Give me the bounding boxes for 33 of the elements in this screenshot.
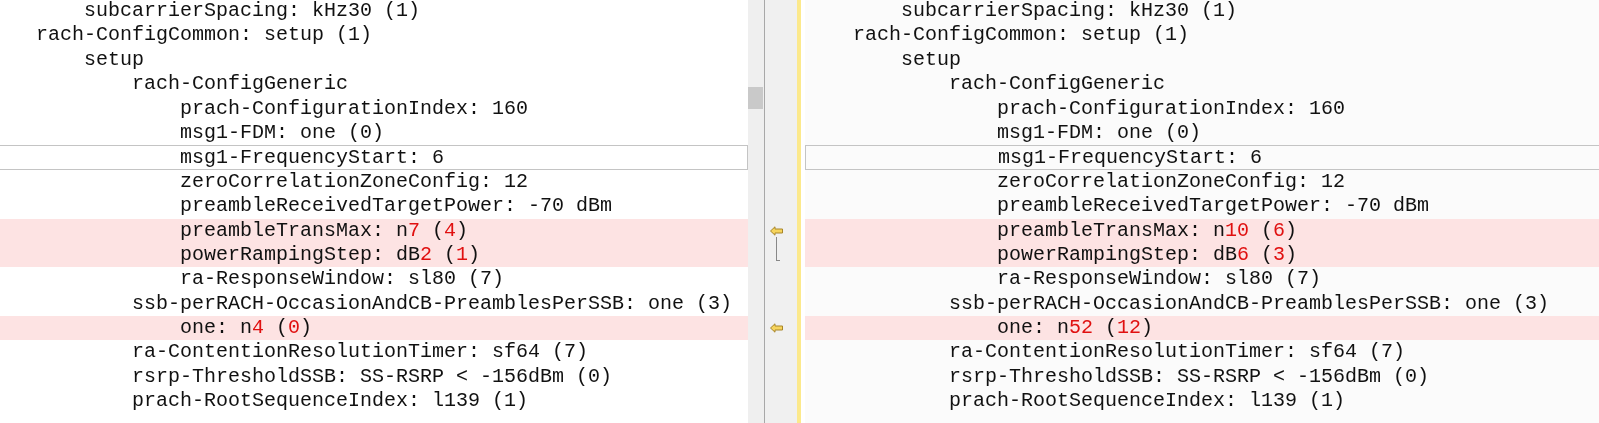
scrollbar-thumb[interactable] xyxy=(748,87,763,109)
arrow-icon[interactable] xyxy=(770,225,783,236)
code-line: setup xyxy=(900,47,962,73)
code-line: subcarrierSpacing: kHz30 (1) xyxy=(83,0,422,24)
code-line: ra-ContentionResolutionTimer: sf64 (7) xyxy=(131,340,590,365)
arrow-icon[interactable] xyxy=(770,323,783,334)
code-line: ra-ContentionResolutionTimer: sf64 (7) xyxy=(948,340,1407,365)
code-line: subcarrierSpacing: kHz30 (1) xyxy=(900,0,1239,24)
code-line: msg1-FrequencyStart: 6 xyxy=(805,145,1599,170)
code-line: msg1-FrequencyStart: 6 xyxy=(0,145,748,170)
code-line: preambleReceivedTargetPower: -70 dBm xyxy=(179,194,614,219)
code-line: prach-ConfigurationIndex: 160 xyxy=(179,96,530,121)
code-line: ssb-perRACH-OccasionAndCB-PreamblesPerSSB: one (3) xyxy=(948,291,1551,317)
code-line: prach-ConfigurationIndex: 160 xyxy=(996,96,1347,121)
code-line: msg1-FDM: one (0) xyxy=(179,120,386,146)
code-line: rsrp-ThresholdSSB: SS-RSRP < -156dBm (0) xyxy=(131,364,614,390)
code-line: zeroCorrelationZoneConfig: 12 xyxy=(996,169,1347,195)
bracket-line xyxy=(776,237,780,262)
code-line: ra-ResponseWindow: sl80 (7) xyxy=(996,267,1323,292)
scrollbar[interactable] xyxy=(748,0,764,423)
code-line: preambleReceivedTargetPower: -70 dBm xyxy=(996,194,1431,219)
code-line: ssb-perRACH-OccasionAndCB-PreamblesPerSSB: one (3) xyxy=(131,291,734,317)
code-line: ra-ResponseWindow: sl80 (7) xyxy=(179,267,506,292)
code-line: msg1-FDM: one (0) xyxy=(996,120,1203,146)
code-line: prach-RootSequenceIndex: l139 (1) xyxy=(948,389,1347,414)
code-line: zeroCorrelationZoneConfig: 12 xyxy=(179,169,530,195)
code-line: rach-ConfigCommon: setup (1) xyxy=(852,23,1191,48)
code-line: rach-ConfigGeneric xyxy=(131,72,350,97)
code-line: rsrp-ThresholdSSB: SS-RSRP < -156dBm (0) xyxy=(948,364,1431,390)
code-line: rach-ConfigCommon: setup (1) xyxy=(35,23,374,48)
code-line: setup xyxy=(83,47,145,73)
code-line: rach-ConfigGeneric xyxy=(948,72,1167,97)
code-line: prach-RootSequenceIndex: l139 (1) xyxy=(131,389,530,414)
